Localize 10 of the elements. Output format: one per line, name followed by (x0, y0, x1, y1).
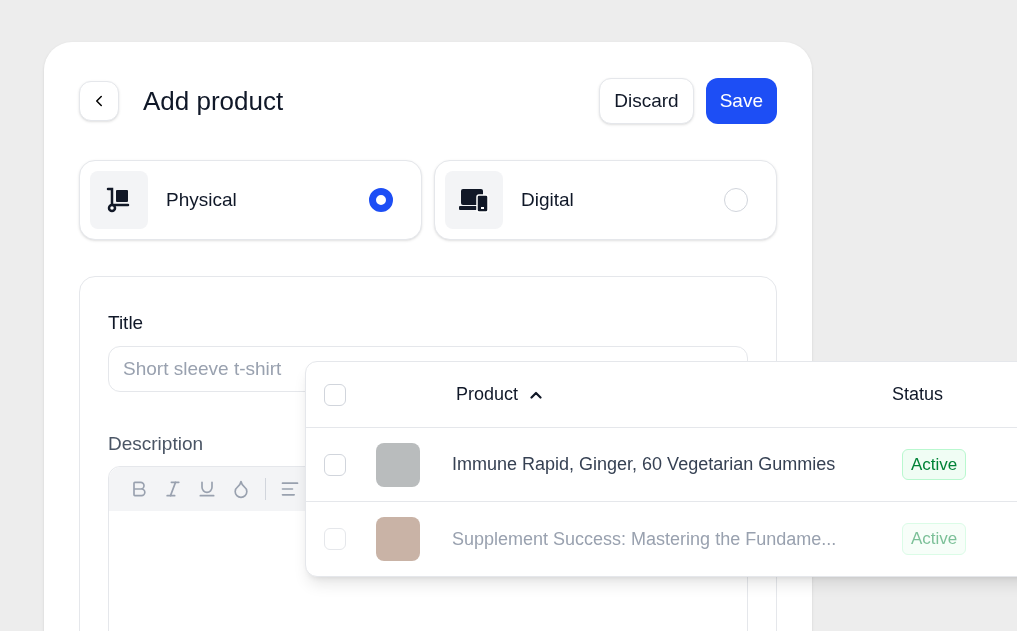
status-badge: Active (902, 523, 967, 555)
page-title: Add product (143, 84, 284, 118)
status-badge: Active (902, 448, 967, 481)
table-cell-text: Supplement Success: Mastering the Fundame... (452, 527, 838, 551)
option-label: Digital (521, 187, 574, 212)
field-label: Description (108, 431, 205, 456)
column-header: Status (892, 383, 944, 406)
option-label: Physical (166, 187, 237, 212)
field-label: Title (108, 311, 145, 335)
table-cell-text: Immune Rapid, Ginger, 60 Vegetarian Gummies (452, 453, 837, 476)
